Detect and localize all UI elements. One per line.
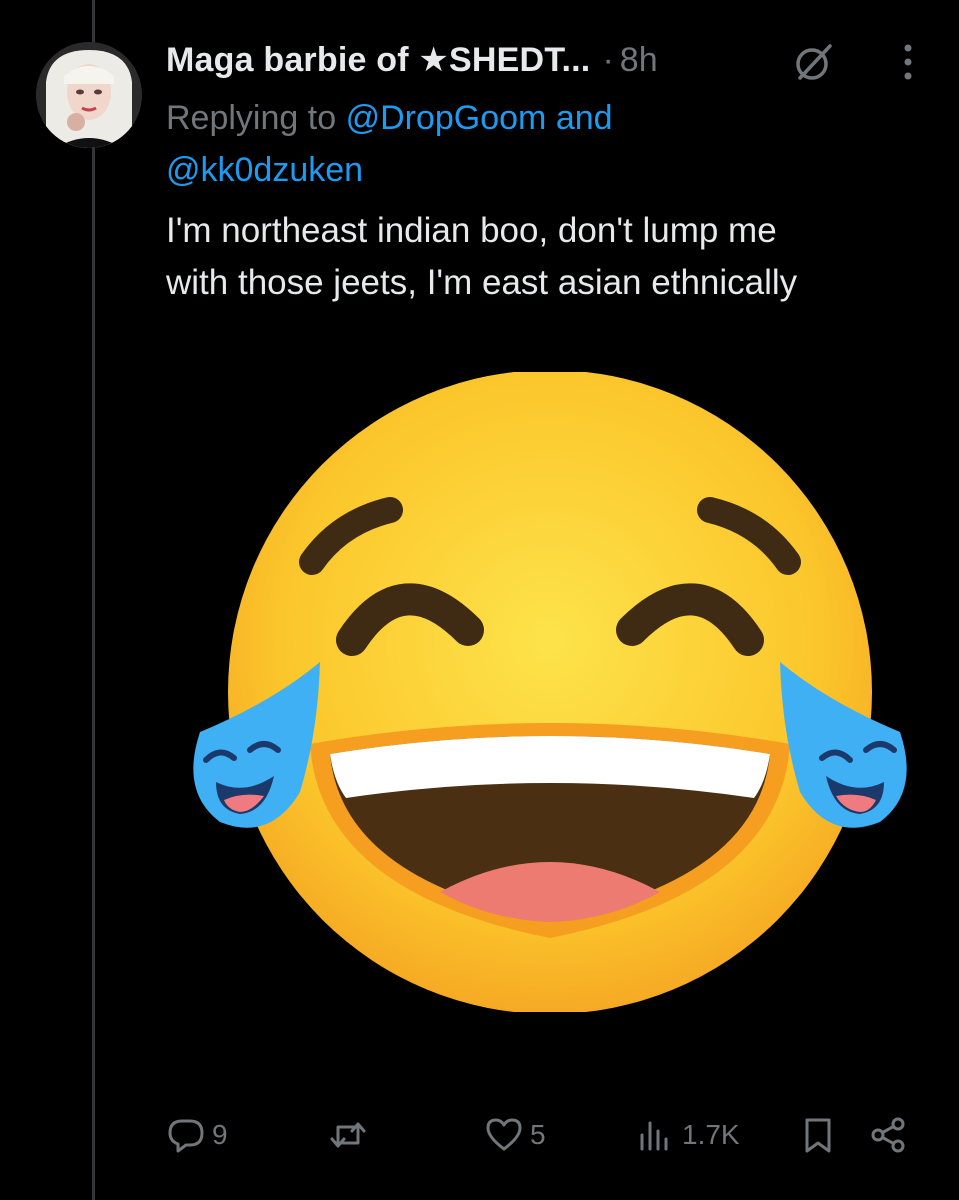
like-count: 5 — [530, 1119, 546, 1150]
grok-icon[interactable] — [792, 40, 836, 84]
header-separator: · — [602, 40, 614, 79]
post-text-line-1: I'm northeast indian boo, don't lump me — [166, 211, 777, 250]
heart-icon — [486, 1118, 522, 1151]
post-text-line-2: with those jeets, I'm east asian ethnica… — [166, 263, 798, 302]
share-button[interactable] — [868, 1110, 908, 1160]
author-avatar[interactable] — [36, 42, 142, 148]
post-media[interactable] — [180, 372, 920, 1012]
avatar-image — [36, 42, 142, 148]
repost-icon — [330, 1122, 366, 1148]
post-text: I'm northeast indian boo, don't lump me … — [166, 205, 946, 309]
replying-to-conjunction[interactable]: and — [556, 99, 613, 137]
post-actions-bar: 9 5 1.7K — [0, 1110, 959, 1160]
views-bar-chart-icon — [640, 1121, 668, 1151]
reply-count: 9 — [212, 1119, 228, 1150]
views-button[interactable]: 1.7K — [636, 1110, 740, 1160]
bookmark-icon — [805, 1118, 831, 1153]
like-button[interactable]: 5 — [484, 1110, 546, 1160]
post-header: Maga barbie of ★SHEDT... · 8h — [166, 38, 658, 82]
share-icon — [871, 1117, 905, 1153]
mention-link-1[interactable]: @DropGoom — [346, 99, 547, 137]
replying-to: Replying to @DropGoom and @kk0dzuken — [166, 92, 926, 196]
bookmark-button[interactable] — [798, 1110, 838, 1160]
more-options-icon[interactable] — [888, 40, 928, 84]
reply-bubble-icon — [168, 1119, 204, 1153]
views-count: 1.7K — [682, 1119, 740, 1150]
replying-to-prefix: Replying to — [166, 99, 337, 137]
post-timestamp[interactable]: 8h — [620, 41, 658, 80]
mention-link-2[interactable]: @kk0dzuken — [166, 151, 363, 189]
thread-connector-line — [92, 0, 95, 1200]
repost-button[interactable] — [328, 1110, 374, 1160]
face-with-tears-of-joy-emoji — [193, 372, 907, 1012]
reply-button[interactable]: 9 — [166, 1110, 228, 1160]
author-display-name[interactable]: Maga barbie of ★SHEDT... — [166, 40, 590, 80]
